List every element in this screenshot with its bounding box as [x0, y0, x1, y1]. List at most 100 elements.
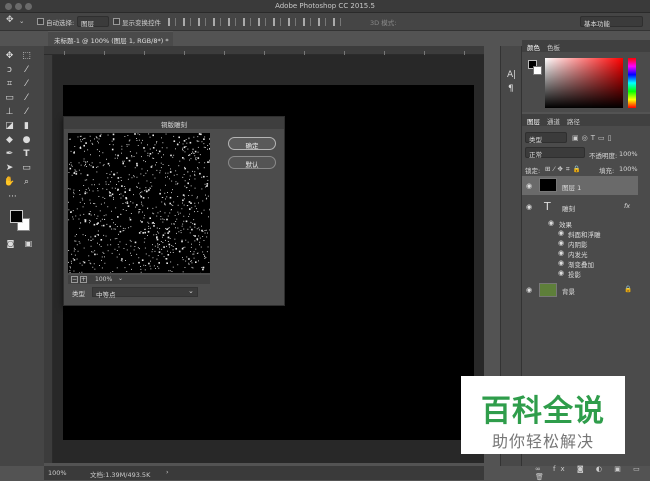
stamp-icon[interactable]: ⊥	[3, 106, 16, 119]
layer-thumbnail	[539, 283, 557, 297]
filter-preview[interactable]	[68, 133, 210, 273]
effects-group-row[interactable]: ◉ 效果	[522, 218, 638, 228]
workspace-switcher[interactable]: 基本功能	[580, 16, 643, 27]
type-icon[interactable]: T	[20, 148, 33, 161]
auto-select-checkbox[interactable]	[37, 18, 44, 25]
color-bg-swatch[interactable]	[533, 66, 542, 75]
status-menu-arrow-icon[interactable]: ›	[166, 468, 169, 476]
foreground-color-swatch[interactable]	[10, 210, 23, 223]
effect-row[interactable]: ◉ 内发光	[522, 248, 638, 258]
chevron-down-icon[interactable]: ⌄	[19, 17, 24, 25]
mode-3d-label: 3D 模式:	[370, 17, 396, 27]
default-button[interactable]: 默认	[228, 156, 276, 169]
visibility-eye-icon[interactable]: ◉	[558, 229, 566, 237]
layer-filter-dropdown[interactable]: 类型	[525, 132, 567, 143]
marquee-icon[interactable]: ⬚	[20, 50, 33, 63]
options-bar: ✥ ⌄ 自动选择: 图层 显示变换控件 3D 模式: 基本功能	[0, 13, 650, 31]
layer-row-text[interactable]: ◉ T 雕刻 fx	[522, 198, 638, 216]
layers-bottom-icons[interactable]: ∞ fx ◙ ◐ ▣ ▭ 🗑	[535, 465, 650, 481]
tools-panel: ✥ ⬚ ↄ ⁄ ⌗ ⁄ ▭ ⁄ ⊥ ⁄ ◪ ▮ ◆ ● ✒ T ➤ ▭ ✋ ⌕ …	[0, 46, 44, 466]
chevron-down-icon[interactable]: ⌄	[118, 275, 123, 282]
gradient-icon[interactable]: ▮	[20, 120, 33, 133]
visibility-eye-icon[interactable]: ◉	[558, 269, 566, 277]
fill-label: 填充:	[599, 165, 614, 175]
color-field[interactable]	[545, 58, 623, 108]
ok-button[interactable]: 确定	[228, 137, 276, 150]
crop-icon[interactable]: ⌗	[3, 78, 16, 91]
effect-row[interactable]: ◉ 内阴影	[522, 238, 638, 248]
dodge-icon[interactable]: ●	[20, 134, 33, 147]
zoom-icon[interactable]: ⌕	[20, 176, 33, 189]
hue-slider[interactable]	[628, 58, 636, 108]
show-transform-label: 显示变换控件	[122, 17, 161, 27]
mezzotint-dialog: 铜版雕刻 − + 100% ⌄ 确定 默认 类型 中等点 ⌄	[63, 116, 285, 306]
visibility-eye-icon[interactable]: ◉	[526, 203, 534, 211]
zoom-out-button[interactable]: −	[71, 276, 78, 283]
shape-icon[interactable]: ▭	[20, 162, 33, 175]
blend-mode-dropdown[interactable]: 正常	[525, 147, 585, 158]
color-panel-tabs: 颜色 色板	[522, 40, 650, 52]
document-size[interactable]: 文档:1.39M/493.5K	[90, 469, 150, 479]
character-panel-icon[interactable]: A|	[507, 70, 516, 80]
pen-icon[interactable]: ✒	[3, 148, 16, 161]
healing-icon[interactable]: ▭	[3, 92, 16, 105]
tab-swatches[interactable]: 色板	[547, 42, 560, 52]
type-dropdown[interactable]: 中等点	[92, 287, 198, 297]
brush-icon[interactable]: ⁄	[20, 92, 33, 105]
zoom-level[interactable]: 100%	[48, 469, 67, 477]
lasso-icon[interactable]: ↄ	[3, 64, 16, 77]
show-transform-checkbox[interactable]	[113, 18, 120, 25]
visibility-eye-icon[interactable]: ◉	[548, 219, 556, 227]
zoom-in-button[interactable]: +	[80, 276, 87, 283]
layer-filter-icons[interactable]: ▣◎T▭▯	[572, 134, 614, 142]
auto-select-label: 自动选择:	[46, 17, 74, 27]
watermark-logo: 百科全说 助你轻松解决	[461, 376, 625, 454]
opacity-value[interactable]: 100%	[619, 150, 638, 158]
preview-zoom-value: 100%	[95, 276, 112, 283]
layer-name: 背景	[562, 286, 575, 296]
visibility-eye-icon[interactable]: ◉	[526, 286, 534, 294]
effect-row[interactable]: ◉ 渐变叠加	[522, 258, 638, 268]
visibility-eye-icon[interactable]: ◉	[558, 259, 566, 267]
fill-value[interactable]: 100%	[619, 165, 638, 173]
align-distribute-icons[interactable]	[168, 18, 498, 26]
tab-color[interactable]: 颜色	[527, 42, 540, 52]
layer-name: 图层 1	[562, 182, 581, 192]
layer-thumbnail	[539, 178, 557, 192]
app-title: Adobe Photoshop CC 2015.5	[0, 2, 650, 10]
quick-mask-icon[interactable]: ◙	[4, 237, 17, 250]
move-tool-icon[interactable]: ✥	[6, 15, 14, 25]
layers-panel-tabs: 图层 通道 路径	[522, 114, 650, 126]
hand-icon[interactable]: ✋	[3, 176, 16, 189]
tab-layers[interactable]: 图层	[527, 116, 540, 126]
fx-icon[interactable]: fx	[624, 202, 630, 210]
layer-row-background[interactable]: ◉ 背景 🔒	[522, 281, 638, 299]
layer-row-layer1[interactable]: ◉ 图层 1	[522, 176, 638, 195]
eyedropper-icon[interactable]: ⁄	[20, 78, 33, 91]
ruler-horizontal	[44, 46, 484, 55]
opacity-label: 不透明度:	[589, 150, 617, 160]
screen-mode-icon[interactable]: ▣	[22, 237, 35, 250]
visibility-eye-icon[interactable]: ◉	[526, 182, 534, 190]
magic-wand-icon[interactable]: ⁄	[20, 64, 33, 77]
paragraph-panel-icon[interactable]: ¶	[508, 84, 514, 94]
ruler-vertical	[44, 55, 53, 463]
path-select-icon[interactable]: ➤	[3, 162, 16, 175]
visibility-eye-icon[interactable]: ◉	[558, 249, 566, 257]
watermark-title: 百科全说	[461, 386, 625, 430]
document-tab[interactable]: 未标题-1 @ 100% (图层 1, RGB/8*) *	[48, 31, 173, 46]
move-icon[interactable]: ✥	[3, 50, 16, 63]
tab-channels[interactable]: 通道	[547, 116, 560, 126]
effect-row[interactable]: ◉ 投影	[522, 268, 638, 278]
lock-icons[interactable]: ⊞⁄✥⌗🔒	[545, 165, 584, 174]
visibility-eye-icon[interactable]: ◉	[558, 239, 566, 247]
effect-row[interactable]: ◉ 斜面和浮雕	[522, 228, 638, 238]
auto-select-dropdown[interactable]: 图层	[77, 16, 109, 27]
chevron-down-icon: ⌄	[188, 287, 194, 295]
blur-icon[interactable]: ◆	[3, 134, 16, 147]
eraser-icon[interactable]: ◪	[3, 120, 16, 133]
history-brush-icon[interactable]: ⁄	[20, 106, 33, 119]
more-tools-icon[interactable]: ···	[6, 191, 19, 204]
preview-zoom-bar: − + 100% ⌄	[68, 275, 210, 284]
tab-paths[interactable]: 路径	[567, 116, 580, 126]
